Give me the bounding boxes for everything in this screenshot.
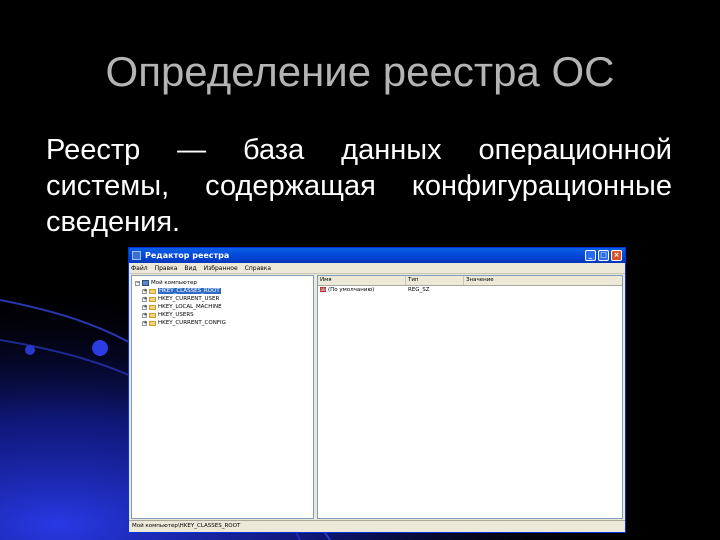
tree-node-hive[interactable]: + HKEY_CURRENT_CONFIG <box>132 319 313 327</box>
tree-node-hive[interactable]: + HKEY_LOCAL_MACHINE <box>132 303 313 311</box>
folder-icon <box>149 320 156 326</box>
values-list[interactable]: Имя Тип Значение ab (По умолчанию) REG_SZ <box>317 275 623 519</box>
folder-icon <box>149 312 156 318</box>
registry-tree[interactable]: − Мой компьютер + HKEY_CLASSES_ROOT + HK… <box>131 275 314 519</box>
expand-icon[interactable]: + <box>142 288 147 294</box>
tree-node-hive[interactable]: + HKEY_CURRENT_USER <box>132 295 313 303</box>
folder-icon <box>149 288 156 294</box>
menu-bar: Файл Правка Вид Избранное Справка <box>129 263 625 274</box>
column-header-name[interactable]: Имя <box>318 276 406 285</box>
collapse-icon[interactable]: − <box>135 280 140 286</box>
tree-node-label: HKEY_USERS <box>158 312 194 318</box>
expand-icon[interactable]: + <box>142 312 147 318</box>
folder-icon <box>149 304 156 310</box>
tree-node-label: HKEY_LOCAL_MACHINE <box>158 304 222 310</box>
folder-icon <box>149 296 156 302</box>
tree-node-label: Мой компьютер <box>151 280 197 286</box>
list-item[interactable]: ab (По умолчанию) REG_SZ <box>318 286 622 294</box>
registry-editor-window[interactable]: Редактор реестра _ □ × Файл Правка Вид И… <box>128 247 626 533</box>
tree-node-label: HKEY_CURRENT_USER <box>158 296 220 302</box>
expand-icon[interactable]: + <box>142 320 147 326</box>
slide-body-text: Реестр — база данных операционной систем… <box>46 134 672 238</box>
slide-title: Определение реестра ОС <box>105 48 615 95</box>
computer-icon <box>142 280 149 286</box>
expand-icon[interactable]: + <box>142 304 147 310</box>
list-header: Имя Тип Значение <box>318 276 622 286</box>
window-panes: − Мой компьютер + HKEY_CLASSES_ROOT + HK… <box>131 275 623 519</box>
column-header-value[interactable]: Значение <box>464 276 622 285</box>
registry-app-icon <box>132 251 141 260</box>
value-name: (По умолчанию) <box>328 287 375 293</box>
status-bar: Мой компьютер\HKEY_CLASSES_ROOT <box>129 520 625 532</box>
menu-favorites[interactable]: Избранное <box>204 265 238 272</box>
menu-help[interactable]: Справка <box>245 265 271 272</box>
tree-node-label-selected: HKEY_CLASSES_ROOT <box>158 288 221 294</box>
menu-view[interactable]: Вид <box>184 265 196 272</box>
tree-node-label: HKEY_CURRENT_CONFIG <box>158 320 226 326</box>
value-type: REG_SZ <box>408 287 430 293</box>
column-header-type[interactable]: Тип <box>406 276 464 285</box>
menu-edit[interactable]: Правка <box>155 265 178 272</box>
tree-node-my-computer[interactable]: − Мой компьютер <box>132 279 313 287</box>
tree-node-hive[interactable]: + HKEY_USERS <box>132 311 313 319</box>
window-title: Редактор реестра <box>145 251 230 260</box>
value-name-cell: ab (По умолчанию) <box>318 287 406 293</box>
string-value-icon: ab <box>320 287 326 292</box>
tree-node-hive[interactable]: + HKEY_CLASSES_ROOT <box>132 287 313 295</box>
maximize-button[interactable]: □ <box>598 250 609 261</box>
menu-file[interactable]: Файл <box>131 265 148 272</box>
minimize-button[interactable]: _ <box>585 250 596 261</box>
window-titlebar[interactable]: Редактор реестра _ □ × <box>129 248 625 263</box>
close-button[interactable]: × <box>611 250 622 261</box>
expand-icon[interactable]: + <box>142 296 147 302</box>
